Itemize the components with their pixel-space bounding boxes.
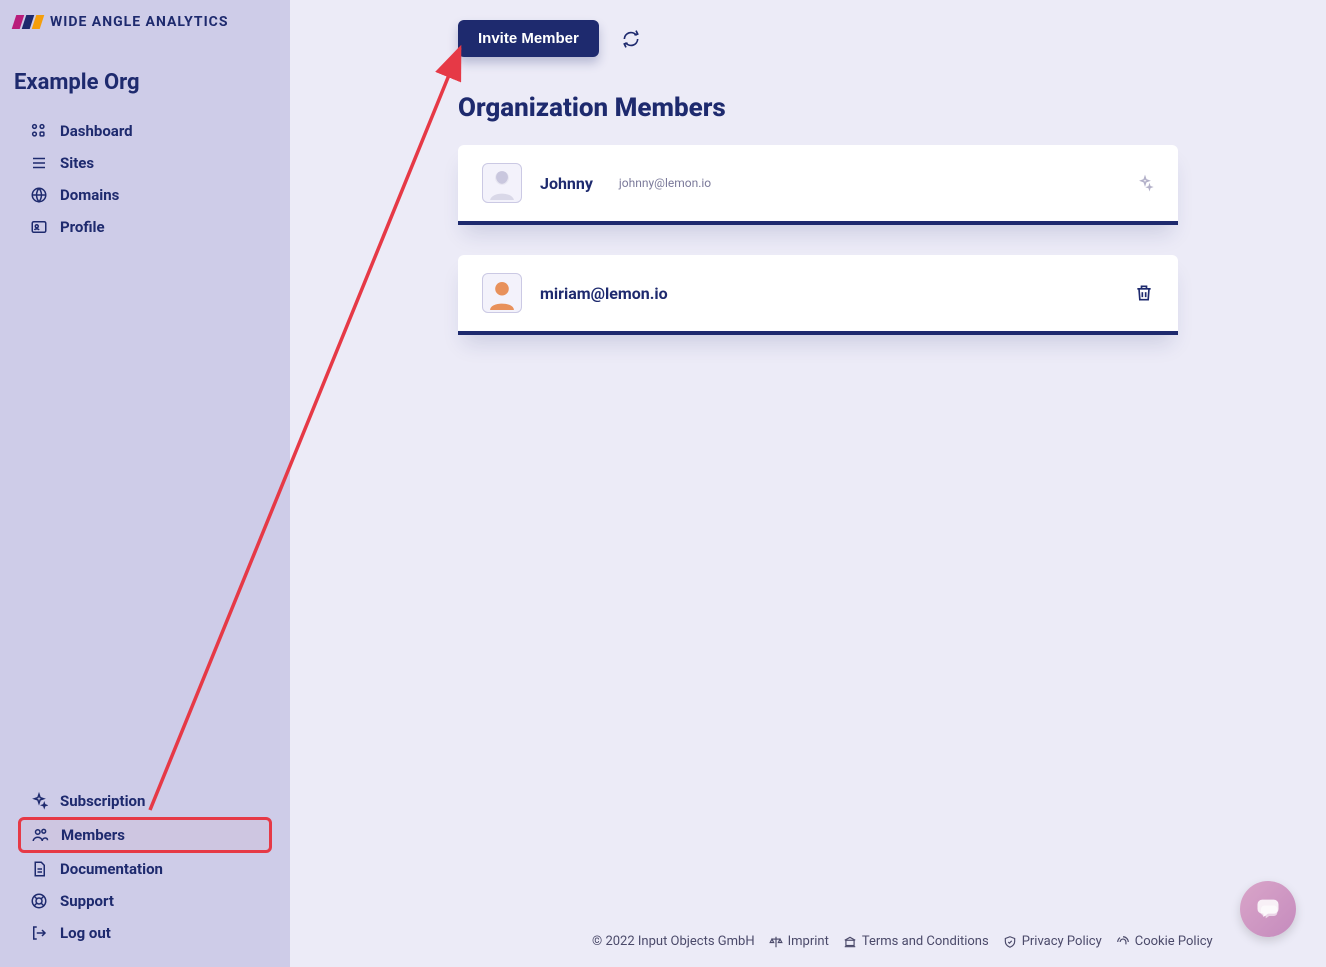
- sidebar-item-domains[interactable]: Domains: [0, 179, 290, 211]
- sidebar-item-label: Domains: [60, 186, 119, 204]
- sidebar-item-logout[interactable]: Log out: [0, 917, 290, 949]
- sidebar: WIDE ANGLE ANALYTICS Example Org Dashboa…: [0, 0, 290, 967]
- footer-link-label: Privacy Policy: [1022, 934, 1102, 949]
- page-title: Organization Members: [458, 93, 1178, 123]
- chat-bubbles-icon: [1254, 895, 1282, 923]
- sidebar-item-subscription[interactable]: Subscription: [0, 785, 290, 817]
- sidebar-nav-bottom: Subscription Members Documentation Suppo…: [0, 785, 290, 949]
- bank-icon: [843, 935, 857, 949]
- document-icon: [30, 860, 48, 878]
- footer-link-privacy[interactable]: Privacy Policy: [1003, 934, 1102, 949]
- id-card-icon: [30, 218, 48, 236]
- footer-link-terms[interactable]: Terms and Conditions: [843, 934, 989, 949]
- footer-copyright: © 2022 Input Objects GmbH: [592, 934, 755, 949]
- footer-link-label: Cookie Policy: [1135, 934, 1213, 949]
- lifebuoy-icon: [30, 892, 48, 910]
- chat-fab[interactable]: [1240, 881, 1296, 937]
- brand-name: WIDE ANGLE ANALYTICS: [50, 14, 228, 30]
- footer-link-label: Imprint: [788, 934, 829, 949]
- org-name: Example Org: [0, 42, 290, 109]
- footer-link-cookie[interactable]: Cookie Policy: [1116, 934, 1213, 949]
- sidebar-item-documentation[interactable]: Documentation: [0, 853, 290, 885]
- avatar: [482, 273, 522, 313]
- sidebar-item-dashboard[interactable]: Dashboard: [0, 115, 290, 147]
- sidebar-item-label: Sites: [60, 154, 94, 172]
- logout-icon: [30, 924, 48, 942]
- grid-icon: [30, 122, 48, 140]
- footer-link-label: Terms and Conditions: [862, 934, 989, 949]
- member-email: johnny@lemon.io: [619, 176, 711, 190]
- owner-sparkle-icon: [1136, 174, 1154, 192]
- sidebar-item-label: Dashboard: [60, 122, 133, 140]
- member-card: Johnny johnny@lemon.io: [458, 145, 1178, 225]
- sidebar-item-label: Profile: [60, 218, 105, 236]
- main-content: Invite Member Organization Members Johnn…: [290, 0, 1326, 967]
- brand-mark-icon: [14, 15, 42, 29]
- footer: © 2022 Input Objects GmbH Imprint Terms …: [592, 934, 1306, 949]
- footer-link-imprint[interactable]: Imprint: [769, 934, 829, 949]
- delete-member-button[interactable]: [1134, 283, 1154, 303]
- sidebar-item-members[interactable]: Members: [18, 817, 272, 853]
- scales-icon: [769, 935, 783, 949]
- member-card: miriam@lemon.io: [458, 255, 1178, 335]
- refresh-icon[interactable]: [621, 29, 641, 49]
- avatar: [482, 163, 522, 203]
- member-email: miriam@lemon.io: [540, 284, 668, 303]
- member-list: Johnny johnny@lemon.io miriam@lemon.io: [458, 145, 1178, 335]
- sparkle-icon: [30, 792, 48, 810]
- list-icon: [30, 154, 48, 172]
- sidebar-nav-top: Dashboard Sites Domains Profile: [0, 109, 290, 249]
- sidebar-item-profile[interactable]: Profile: [0, 211, 290, 243]
- sidebar-item-label: Documentation: [60, 860, 163, 878]
- sidebar-item-support[interactable]: Support: [0, 885, 290, 917]
- globe-icon: [30, 186, 48, 204]
- brand-logo[interactable]: WIDE ANGLE ANALYTICS: [0, 10, 290, 42]
- sidebar-item-label: Members: [61, 826, 125, 844]
- shield-check-icon: [1003, 935, 1017, 949]
- sidebar-item-sites[interactable]: Sites: [0, 147, 290, 179]
- users-icon: [31, 826, 49, 844]
- sidebar-item-label: Support: [60, 892, 114, 910]
- fingerprint-icon: [1116, 935, 1130, 949]
- sidebar-item-label: Log out: [60, 924, 111, 942]
- topbar: Invite Member: [458, 20, 1178, 57]
- sidebar-item-label: Subscription: [60, 792, 145, 810]
- member-name: Johnny: [540, 174, 593, 193]
- invite-member-button[interactable]: Invite Member: [458, 20, 599, 57]
